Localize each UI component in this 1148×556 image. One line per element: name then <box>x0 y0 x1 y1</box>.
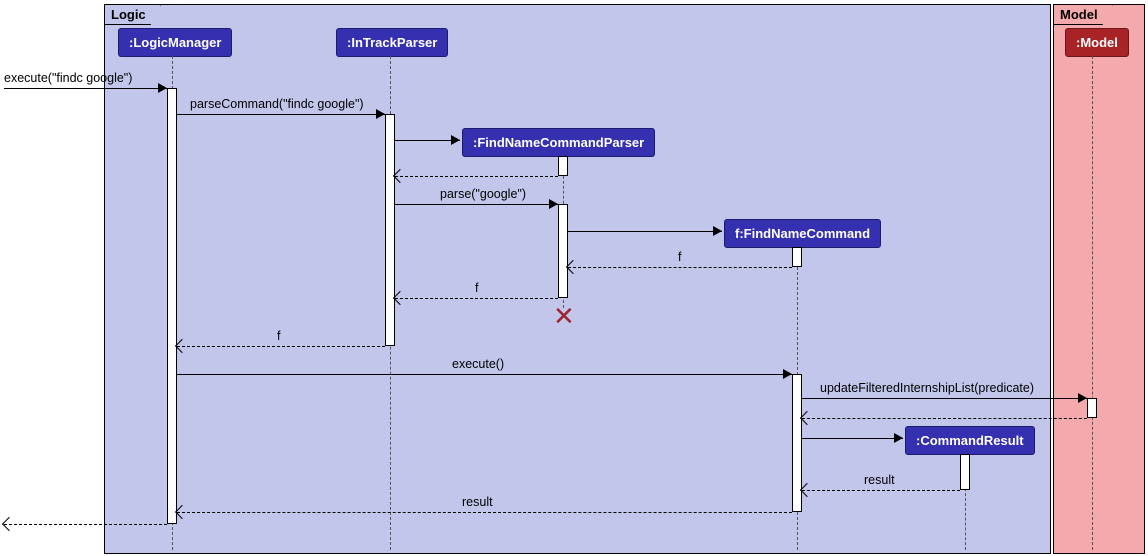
participant-command-result: :CommandResult <box>905 426 1035 455</box>
activation-model <box>1087 398 1097 418</box>
msg-result1: result <box>864 473 895 487</box>
arrow-parse-command <box>177 114 385 115</box>
arrow-update-filtered <box>802 398 1087 399</box>
arrow-parse-google <box>395 204 558 205</box>
participant-model: :Model <box>1065 28 1129 57</box>
arrow-final-return <box>4 524 167 525</box>
arrow-return-result2 <box>177 512 792 513</box>
msg-update-filtered: updateFilteredInternshipList(predicate) <box>820 381 1034 395</box>
arrow-return-model <box>802 418 1087 419</box>
arrowhead <box>1078 393 1087 403</box>
lifeline-model <box>1092 56 1093 550</box>
arrow-create-fnc <box>568 231 722 232</box>
activation-logic-manager <box>167 88 177 524</box>
participant-find-name-command: f:FindNameCommand <box>724 219 881 248</box>
participant-logic-manager: :LogicManager <box>118 28 232 57</box>
arrowhead <box>549 199 558 209</box>
msg-execute-findc: execute("findc google") <box>4 71 132 85</box>
arrowhead <box>376 109 385 119</box>
arrow-return-f3 <box>177 346 385 347</box>
msg-result2: result <box>462 495 493 509</box>
activation-find-name-command-1 <box>792 247 802 267</box>
arrowhead <box>894 433 903 443</box>
msg-f1: f <box>678 250 681 264</box>
msg-parse-google: parse("google") <box>440 187 526 201</box>
arrow-return-result1 <box>802 490 960 491</box>
arrowhead <box>158 83 167 93</box>
msg-f2: f <box>475 281 478 295</box>
model-frame-label: Model <box>1054 5 1113 25</box>
participant-find-name-command-parser: :FindNameCommandParser <box>462 128 655 157</box>
sequence-diagram: Logic Model :LogicManager :InTrackParser… <box>0 0 1148 556</box>
arrow-return-f2 <box>395 298 558 299</box>
participant-intrack-parser: :InTrackParser <box>336 28 448 57</box>
msg-f3: f <box>277 329 280 343</box>
msg-execute: execute() <box>452 357 504 371</box>
arrow-create-command-result <box>802 438 903 439</box>
arrowhead <box>2 517 16 531</box>
msg-parse-command: parseCommand("findc google") <box>190 97 364 111</box>
model-frame: Model <box>1053 4 1145 554</box>
arrow-execute-findc <box>4 88 167 89</box>
activation-find-name-command-parser-2 <box>558 204 568 298</box>
arrow-return-fncp-create <box>395 176 558 177</box>
activation-find-name-command-parser-1 <box>558 156 568 176</box>
destroy-icon: ✕ <box>553 303 575 329</box>
activation-intrack-parser <box>385 114 395 346</box>
logic-frame: Logic <box>104 4 1051 554</box>
arrowhead <box>451 135 460 145</box>
arrowhead <box>713 226 722 236</box>
arrowhead <box>783 369 792 379</box>
arrow-return-f1 <box>568 267 792 268</box>
activation-command-result <box>960 454 970 490</box>
logic-frame-label: Logic <box>105 5 161 25</box>
arrow-execute <box>177 374 792 375</box>
